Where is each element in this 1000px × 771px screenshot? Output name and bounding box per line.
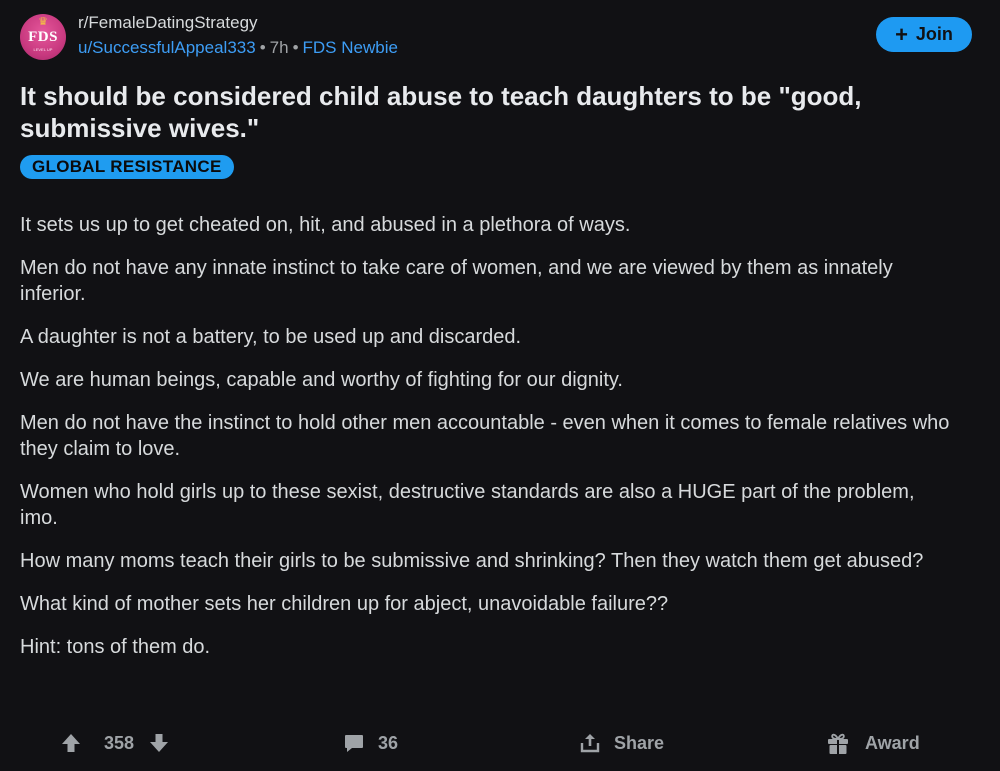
join-button[interactable]: + Join	[876, 17, 972, 52]
gift-award-icon	[825, 730, 851, 756]
post-time: 7h	[269, 38, 289, 57]
join-label: Join	[915, 24, 953, 44]
separator-dot: •	[259, 38, 266, 57]
post-body: It sets us up to get cheated on, hit, an…	[20, 212, 955, 677]
post-meta: r/FemaleDatingStrategy u/SuccessfulAppea…	[78, 12, 398, 59]
upvote-arrow-icon[interactable]	[60, 732, 82, 754]
plus-icon: +	[895, 21, 908, 47]
body-paragraph: It sets us up to get cheated on, hit, an…	[20, 214, 631, 236]
award-label: Award	[865, 732, 920, 753]
body-paragraph: What kind of mother sets her children up…	[20, 593, 669, 615]
separator-dot: •	[292, 38, 299, 57]
crown-icon: ♛	[38, 16, 48, 28]
body-paragraph: A daughter is not a battery, to be used …	[20, 326, 522, 348]
post-title[interactable]: It should be considered child abuse to t…	[20, 80, 970, 144]
share-button[interactable]: Share	[579, 727, 664, 759]
body-paragraph: We are human beings, capable and worthy …	[20, 369, 623, 391]
subreddit-avatar[interactable]: ♛ FDS LEVEL UP	[20, 14, 66, 60]
post-header: ♛ FDS LEVEL UP r/FemaleDatingStrategy u/…	[20, 12, 972, 68]
post-flair-badge[interactable]: GLOBAL RESISTANCE	[20, 155, 234, 179]
post-action-bar: 358 36 Share Award	[0, 727, 1000, 759]
author-link[interactable]: u/SuccessfulAppeal333	[78, 38, 256, 57]
comment-count: 36	[378, 732, 399, 753]
body-paragraph: Men do not have the instinct to hold oth…	[20, 412, 950, 460]
share-label: Share	[614, 732, 665, 753]
comments-button[interactable]: 36	[343, 727, 398, 759]
user-flair: FDS Newbie	[302, 38, 398, 57]
avatar-logo-subtext: LEVEL UP	[33, 47, 53, 52]
vote-controls: 358	[60, 727, 170, 759]
byline: u/SuccessfulAppeal333 • 7h • FDS Newbie	[78, 37, 398, 59]
body-paragraph: Men do not have any innate instinct to t…	[20, 257, 893, 305]
avatar-logo-text: FDS	[28, 29, 58, 45]
subreddit-name[interactable]: r/FemaleDatingStrategy	[78, 12, 398, 34]
body-paragraph: Women who hold girls up to these sexist,…	[20, 481, 915, 529]
downvote-arrow-icon[interactable]	[148, 732, 170, 754]
comment-bubble-icon	[343, 732, 365, 754]
body-paragraph: Hint: tons of them do.	[20, 636, 211, 658]
share-icon	[579, 732, 601, 754]
body-paragraph: How many moms teach their girls to be su…	[20, 550, 924, 572]
vote-score: 358	[104, 732, 135, 753]
award-button[interactable]: Award	[825, 727, 920, 759]
